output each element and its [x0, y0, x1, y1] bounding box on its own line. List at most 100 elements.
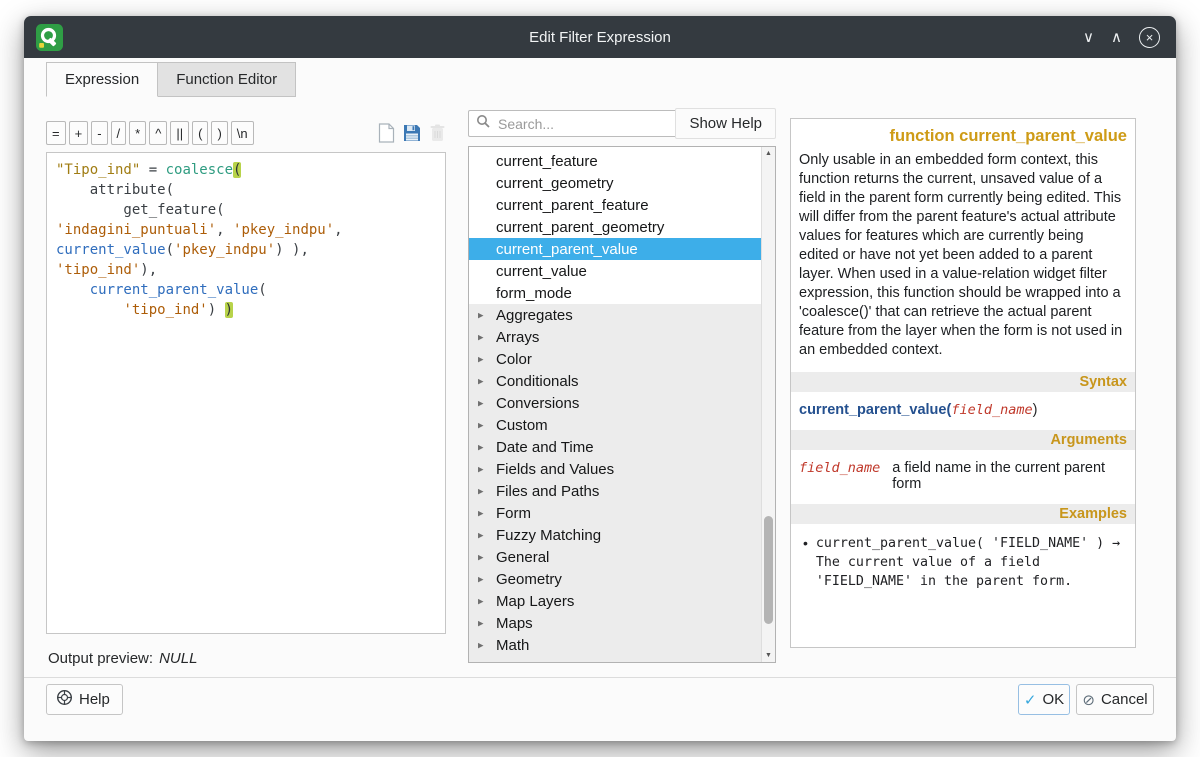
function-list-item-current-parent-geometry[interactable]: current_parent_geometry: [469, 216, 761, 238]
expand-triangle-icon[interactable]: ▸: [478, 507, 484, 520]
operator-button[interactable]: /: [111, 121, 127, 145]
tab-bar: Expression Function Editor: [46, 62, 296, 97]
syntax-header: Syntax: [791, 372, 1135, 392]
maximize-window-icon[interactable]: ∧: [1111, 30, 1122, 45]
expand-triangle-icon[interactable]: ▸: [478, 551, 484, 564]
expand-triangle-icon[interactable]: ▸: [478, 529, 484, 542]
operator-buttons: =+-/*^||()\n: [46, 121, 254, 145]
function-list-item-color[interactable]: ▸Color: [469, 348, 761, 370]
function-list-item-operators[interactable]: ▸Operators: [469, 656, 761, 663]
footer-separator: [24, 677, 1176, 678]
function-list-item-label: Map Layers: [496, 593, 574, 610]
help-button-label: Help: [79, 691, 110, 708]
output-preview-value: NULL: [159, 650, 197, 667]
scrollbar-thumb[interactable]: [764, 516, 773, 624]
operator-button[interactable]: (: [192, 121, 208, 145]
delete-expression-icon[interactable]: [429, 123, 446, 143]
function-list-item-label: current_parent_geometry: [496, 219, 664, 236]
expand-triangle-icon[interactable]: ▸: [478, 463, 484, 476]
operator-button[interactable]: *: [129, 121, 146, 145]
expand-triangle-icon[interactable]: ▸: [478, 573, 484, 586]
help-button[interactable]: Help: [46, 684, 123, 715]
function-list-item-conversions[interactable]: ▸Conversions: [469, 392, 761, 414]
code-line: current_value('pkey_indpu') ),: [56, 240, 436, 260]
search-input[interactable]: [496, 115, 672, 133]
titlebar: Edit Filter Expression ∨ ∧ ×: [24, 16, 1176, 58]
expand-triangle-icon[interactable]: ▸: [478, 397, 484, 410]
function-list-item-form-mode[interactable]: form_mode: [469, 282, 761, 304]
code-line: 'tipo_ind') ): [56, 300, 436, 320]
tab-function-editor[interactable]: Function Editor: [158, 62, 296, 97]
argument-name: field_name: [799, 460, 880, 492]
function-list-item-files-and-paths[interactable]: ▸ Files and Paths: [469, 480, 761, 502]
function-list-item-math[interactable]: ▸Math: [469, 634, 761, 656]
ok-button[interactable]: ✓ OK: [1018, 684, 1070, 715]
function-list-item-conditionals[interactable]: ▸Conditionals: [469, 370, 761, 392]
operator-button[interactable]: \n: [231, 121, 254, 145]
expand-triangle-icon[interactable]: ▸: [478, 375, 484, 388]
tab-expression[interactable]: Expression: [46, 62, 158, 97]
function-list-item-aggregates[interactable]: ▸Aggregates: [469, 304, 761, 326]
function-list-scrollbar[interactable]: ▲ ▼: [761, 147, 775, 662]
expand-triangle-icon[interactable]: ▸: [478, 331, 484, 344]
expand-triangle-icon[interactable]: ▸: [478, 353, 484, 366]
function-list-item-label: current_value: [496, 263, 587, 280]
new-expression-icon[interactable]: [378, 123, 395, 143]
edit-filter-expression-dialog: Edit Filter Expression ∨ ∧ × Expression …: [24, 16, 1176, 741]
function-list-item-form[interactable]: ▸Form: [469, 502, 761, 524]
show-help-button[interactable]: Show Help: [675, 108, 776, 139]
operator-button[interactable]: ): [211, 121, 227, 145]
operator-button[interactable]: -: [91, 121, 107, 145]
function-list-item-current-feature[interactable]: current_feature: [469, 150, 761, 172]
operator-button[interactable]: ^: [149, 121, 167, 145]
function-list-item-label: form_mode: [496, 285, 572, 302]
operator-button[interactable]: +: [69, 121, 89, 145]
code-line: attribute(: [56, 180, 436, 200]
function-list-item-label: Files and Paths: [496, 483, 599, 500]
expand-triangle-icon[interactable]: ▸: [478, 661, 484, 664]
ok-button-label: OK: [1042, 691, 1064, 708]
scroll-down-icon[interactable]: ▼: [762, 652, 775, 659]
function-list-item-date-and-time[interactable]: ▸ Date and Time: [469, 436, 761, 458]
operator-button[interactable]: ||: [170, 121, 189, 145]
expand-triangle-icon[interactable]: ▸: [478, 309, 484, 322]
code-line: "Tipo_ind" = coalesce(: [56, 160, 436, 180]
function-list-item-current-geometry[interactable]: current_geometry: [469, 172, 761, 194]
function-list-item-label: Date and Time: [496, 439, 594, 456]
expand-triangle-icon[interactable]: ▸: [478, 617, 484, 630]
function-list-item-map-layers[interactable]: ▸ Map Layers: [469, 590, 761, 612]
function-list-item-geometry[interactable]: ▸ Geometry: [469, 568, 761, 590]
function-list-item-general[interactable]: ▸ General: [469, 546, 761, 568]
function-list-item-current-value[interactable]: current_value: [469, 260, 761, 282]
syntax-function-name: current_parent_value(: [799, 402, 951, 418]
function-list-item-label: current_parent_feature: [496, 197, 649, 214]
function-list-item-label: current_geometry: [496, 175, 614, 192]
output-preview-label: Output preview:: [48, 650, 153, 667]
search-box[interactable]: [468, 110, 680, 137]
function-list-item-label: General: [496, 549, 549, 566]
expand-triangle-icon[interactable]: ▸: [478, 441, 484, 454]
help-function-title: function current_parent_value: [791, 119, 1135, 146]
scroll-up-icon[interactable]: ▲: [762, 150, 775, 157]
code-line: get_feature(: [56, 200, 436, 220]
close-window-button[interactable]: ×: [1139, 27, 1160, 48]
expand-triangle-icon[interactable]: ▸: [478, 595, 484, 608]
function-list-item-label: Geometry: [496, 571, 562, 588]
expand-triangle-icon[interactable]: ▸: [478, 639, 484, 652]
function-list-item-fuzzy-matching[interactable]: ▸Fuzzy Matching: [469, 524, 761, 546]
shade-window-icon[interactable]: ∨: [1083, 30, 1094, 45]
expand-triangle-icon[interactable]: ▸: [478, 485, 484, 498]
function-list-item-fields-and-values[interactable]: ▸Fields and Values: [469, 458, 761, 480]
operator-button[interactable]: =: [46, 121, 66, 145]
function-list-item-current-parent-feature[interactable]: current_parent_feature: [469, 194, 761, 216]
cancel-icon: ⊘: [1082, 691, 1095, 709]
function-list-item-arrays[interactable]: ▸Arrays: [469, 326, 761, 348]
qgis-logo-icon: [36, 24, 63, 51]
cancel-button[interactable]: ⊘ Cancel: [1076, 684, 1154, 715]
expand-triangle-icon[interactable]: ▸: [478, 419, 484, 432]
function-list-item-current-parent-value[interactable]: current_parent_value: [469, 238, 761, 260]
function-list-item-custom[interactable]: ▸Custom: [469, 414, 761, 436]
function-list-item-maps[interactable]: ▸Maps: [469, 612, 761, 634]
expression-editor[interactable]: "Tipo_ind" = coalesce( attribute( get_fe…: [46, 152, 446, 634]
save-expression-icon[interactable]: [402, 123, 422, 143]
